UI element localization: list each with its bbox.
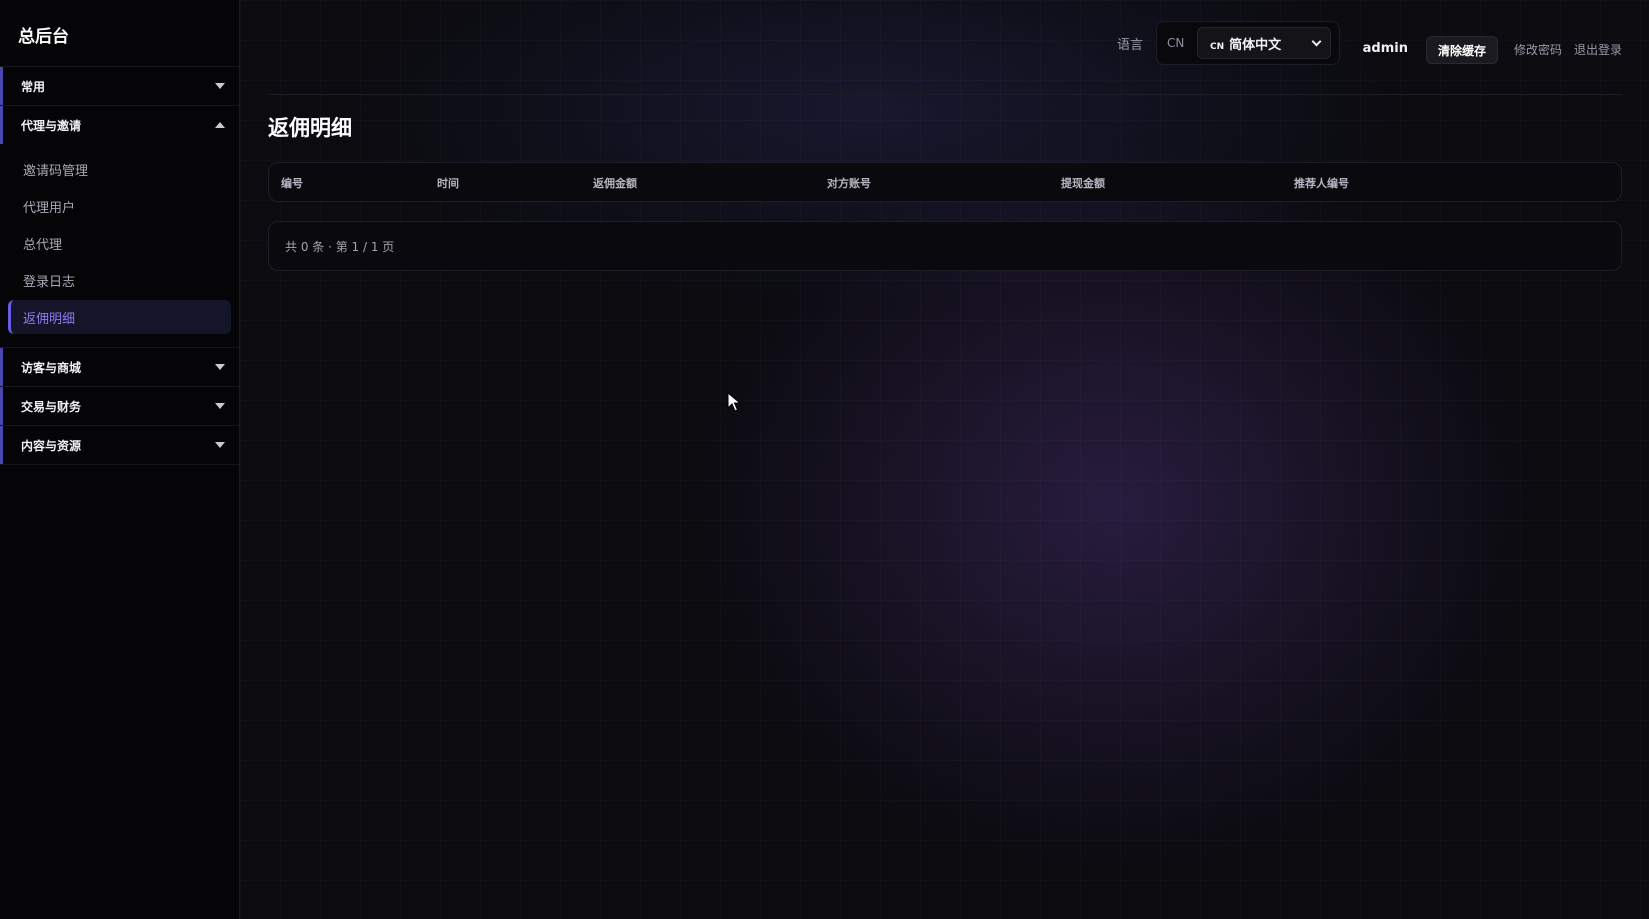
topbar: 语言 CN CN 简体中文 admin 清除缓存 修改密码 退出登录 xyxy=(268,0,1622,95)
language-select[interactable]: CN 简体中文 xyxy=(1197,27,1331,59)
nav-group-header-trade-finance[interactable]: 交易与财务 xyxy=(0,387,239,425)
username: admin xyxy=(1362,41,1408,56)
language-select-value: CN 简体中文 xyxy=(1210,34,1281,53)
nav-group-header-visitor-shop[interactable]: 访客与商城 xyxy=(0,348,239,386)
sidebar-item-label: 登录日志 xyxy=(23,274,76,290)
caret-up-icon xyxy=(215,122,225,128)
language-label: 语言 xyxy=(1116,38,1143,53)
nav-submenu: 邀请码管理 代理用户 总代理 登录日志 返佣明细 xyxy=(0,144,239,347)
nav-group-agent-invite: 代理与邀请 邀请码管理 代理用户 总代理 登录日志 返佣明细 xyxy=(0,106,239,348)
pagination-summary: 共 0 条 · 第 1 / 1 页 xyxy=(285,240,395,254)
nav-group-label: 代理与邀请 xyxy=(21,118,82,133)
column-header-counterparty-account: 对方账号 xyxy=(827,177,871,190)
sidebar-item-commission-detail[interactable]: 返佣明细 xyxy=(8,300,231,334)
sidebar-item-login-log[interactable]: 登录日志 xyxy=(8,263,231,297)
nav-group-trade-finance: 交易与财务 xyxy=(0,387,239,426)
sidebar-item-label: 总代理 xyxy=(23,237,63,253)
main-content: 语言 CN CN 简体中文 admin 清除缓存 修改密码 退出登录 返佣明细 编… xyxy=(240,0,1649,919)
sidebar-item-label: 邀请码管理 xyxy=(23,163,89,179)
page-title: 返佣明细 xyxy=(268,116,352,140)
logout-link[interactable]: 退出登录 xyxy=(1574,41,1622,58)
sidebar-item-label: 返佣明细 xyxy=(23,311,76,327)
sidebar: 总后台 常用 代理与邀请 邀请码管理 代理用户 总代理 登录日志 返佣明细 访客… xyxy=(0,0,240,919)
nav-group-header-agent-invite[interactable]: 代理与邀请 xyxy=(0,106,239,144)
mouse-cursor-icon xyxy=(727,392,741,412)
language-selected-label: 简体中文 xyxy=(1229,37,1282,53)
clear-cache-button[interactable]: 清除缓存 xyxy=(1425,36,1498,64)
brand-title: 总后台 xyxy=(0,0,239,67)
nav-group-common: 常用 xyxy=(0,67,239,106)
caret-down-icon xyxy=(215,83,225,89)
nav-group-label: 交易与财务 xyxy=(21,399,82,414)
language-switcher: CN CN 简体中文 xyxy=(1156,21,1340,65)
nav-group-header-content-resource[interactable]: 内容与资源 xyxy=(0,426,239,464)
column-header-id: 编号 xyxy=(281,177,303,190)
pagination-bar: 共 0 条 · 第 1 / 1 页 xyxy=(268,221,1622,271)
background-grid xyxy=(240,0,1649,919)
language-flag: CN xyxy=(1210,41,1225,52)
column-header-referrer-id: 推荐人编号 xyxy=(1294,177,1349,190)
column-header-withdraw-amount: 提现金额 xyxy=(1061,177,1105,190)
nav-group-label: 内容与资源 xyxy=(21,438,82,453)
nav-group-label: 访客与商城 xyxy=(21,360,82,375)
nav-group-visitor-shop: 访客与商城 xyxy=(0,348,239,387)
sidebar-item-agent-users[interactable]: 代理用户 xyxy=(8,189,231,223)
language-code: CN xyxy=(1167,36,1185,50)
sidebar-item-invite-code[interactable]: 邀请码管理 xyxy=(8,152,231,186)
caret-down-icon xyxy=(215,442,225,448)
sidebar-item-general-agent[interactable]: 总代理 xyxy=(8,226,231,260)
caret-down-icon xyxy=(215,403,225,409)
nav-group-content-resource: 内容与资源 xyxy=(0,426,239,465)
chevron-down-icon xyxy=(1311,36,1322,46)
column-header-time: 时间 xyxy=(437,177,459,190)
change-password-link[interactable]: 修改密码 xyxy=(1514,41,1562,58)
caret-down-icon xyxy=(215,364,225,370)
table-header: 编号 时间 返佣金额 对方账号 提现金额 推荐人编号 xyxy=(268,162,1622,202)
nav-group-label: 常用 xyxy=(21,79,46,94)
column-header-commission-amount: 返佣金额 xyxy=(593,177,637,190)
nav-group-header-common[interactable]: 常用 xyxy=(0,67,239,105)
sidebar-item-label: 代理用户 xyxy=(23,200,76,216)
app-root: 总后台 常用 代理与邀请 邀请码管理 代理用户 总代理 登录日志 返佣明细 访客… xyxy=(0,0,1649,919)
